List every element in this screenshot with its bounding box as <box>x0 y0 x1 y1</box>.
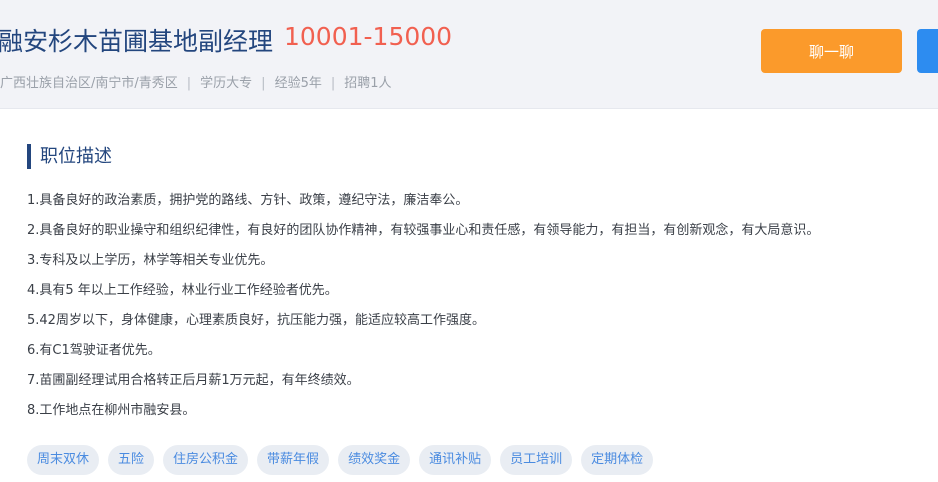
description-item: 3.专科及以上学历，林学等相关专业优先。 <box>27 253 274 268</box>
description-item: 7.苗圃副经理试用合格转正后月薪1万元起，有年终绩效。 <box>27 373 360 388</box>
job-meta: 广西壮族自治区/南宁市/青秀区 | 学历大专 | 经验5年 | 招聘1人 <box>0 72 392 91</box>
meta-separator: | <box>186 76 192 91</box>
salary-range: 10001-15000 <box>284 22 453 51</box>
description-item: 8.工作地点在柳州市融安县。 <box>27 403 196 418</box>
benefit-tag: 五险 <box>108 445 155 475</box>
section-accent-bar <box>27 144 31 169</box>
description-item: 2.具备良好的职业操守和组织纪律性，有良好的团队协作精神，有较强事业心和责任感，… <box>27 223 820 238</box>
description-item: 1.具备良好的政治素质，拥护党的路线、方针、政策，遵纪守法，廉洁奉公。 <box>27 193 469 208</box>
benefit-tag: 带薪年假 <box>257 445 330 475</box>
benefit-tag: 住房公积金 <box>163 445 249 475</box>
description-item: 4.具有5 年以上工作经验，林业行业工作经验者优先。 <box>27 283 338 298</box>
description-item: 6.有C1驾驶证者优先。 <box>27 343 161 358</box>
experience: 经验5年 <box>274 76 322 91</box>
job-description-list: 1.具备良好的政治素质，拥护党的路线、方针、政策，遵纪守法，廉洁奉公。 2.具备… <box>27 186 819 426</box>
headcount: 招聘1人 <box>344 76 392 91</box>
meta-separator: | <box>330 76 336 91</box>
education: 学历大专 <box>200 76 253 91</box>
benefit-tags: 周末双休 五险 住房公积金 带薪年假 绩效奖金 通讯补贴 员工培训 定期体检 <box>27 445 654 475</box>
benefit-tag: 绩效奖金 <box>338 445 411 475</box>
section-title: 职位描述 <box>40 146 112 167</box>
meta-separator: | <box>261 76 266 91</box>
location: 广西壮族自治区/南宁市/青秀区 <box>0 76 178 91</box>
benefit-tag: 定期体检 <box>581 445 654 475</box>
benefit-tag: 周末双休 <box>27 445 100 475</box>
job-header: 融安杉木苗圃基地副经理 10001-15000 广西壮族自治区/南宁市/青秀区 |… <box>0 0 938 109</box>
job-title: 融安杉木苗圃基地副经理 <box>0 27 274 56</box>
benefit-tag: 员工培训 <box>500 445 573 475</box>
benefit-tag: 通讯补贴 <box>419 445 492 475</box>
chat-button[interactable]: 聊一聊 <box>761 29 902 73</box>
description-item: 5.42周岁以下，身体健康，心理素质良好，抗压能力强，能适应较高工作强度。 <box>27 313 485 328</box>
apply-button[interactable] <box>917 29 938 73</box>
